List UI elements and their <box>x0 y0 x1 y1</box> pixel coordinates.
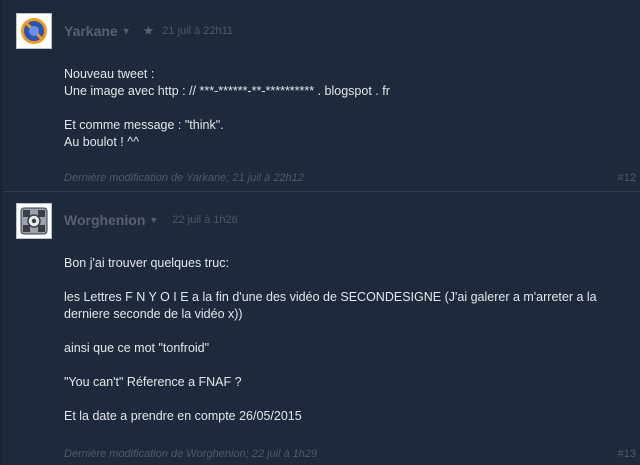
post-number[interactable]: #13 <box>618 448 636 460</box>
post-header: Yarkane ▼ ★ 21 juil à 22h11 <box>64 23 233 39</box>
edit-note: Dernière modification de Worghenion; 22 … <box>64 448 318 460</box>
chevron-down-icon[interactable]: ▼ <box>122 26 131 36</box>
blue-circle-slash-icon <box>17 14 51 48</box>
text-line: Nouveau tweet : <box>64 67 155 81</box>
edit-note: Dernière modification de Yarkane; 21 jui… <box>64 172 304 184</box>
post-date[interactable]: 21 juil à 22h11 <box>162 25 233 37</box>
post-paragraph: ainsi que ce mot "tonfroid" <box>64 341 210 355</box>
post-12: Yarkane ▼ ★ 21 juil à 22h11 Nouveau twee… <box>3 0 640 190</box>
text-line: Au boulot ! ^^ <box>64 135 139 149</box>
post-13: Worghenion ▼ 22 juil à 1h26 Bon j'ai tro… <box>3 191 640 465</box>
post-paragraph: Nouveau tweet : Une image avec http : //… <box>64 66 626 100</box>
post-paragraph: Bon j'ai trouver quelques truc: <box>64 256 229 270</box>
post-body: Bon j'ai trouver quelques truc: les Lett… <box>64 255 626 442</box>
chevron-down-icon[interactable]: ▼ <box>149 215 158 225</box>
text-line: Une image avec http : // ***-******-**-*… <box>64 84 390 98</box>
post-paragraph: les Lettres F N Y O I E a la fin d'une d… <box>64 290 597 321</box>
post-paragraph: Et la date a prendre en compte 26/05/201… <box>64 409 302 423</box>
post-paragraph: Et comme message : "think". Au boulot ! … <box>64 117 626 151</box>
companion-cube-icon <box>17 204 51 238</box>
post-number[interactable]: #12 <box>618 172 636 184</box>
avatar[interactable] <box>16 203 52 239</box>
avatar[interactable] <box>16 13 52 49</box>
star-icon[interactable]: ★ <box>143 23 155 39</box>
text-line: Et comme message : "think". <box>64 118 224 132</box>
post-body: Nouveau tweet : Une image avec http : //… <box>64 66 626 168</box>
author-name[interactable]: Worghenion <box>64 212 145 228</box>
post-paragraph: "You can't" Réference a FNAF ? <box>64 375 242 389</box>
post-date[interactable]: 22 juil à 1h26 <box>172 214 237 226</box>
author-name[interactable]: Yarkane <box>64 23 118 39</box>
post-header: Worghenion ▼ 22 juil à 1h26 <box>64 212 238 228</box>
